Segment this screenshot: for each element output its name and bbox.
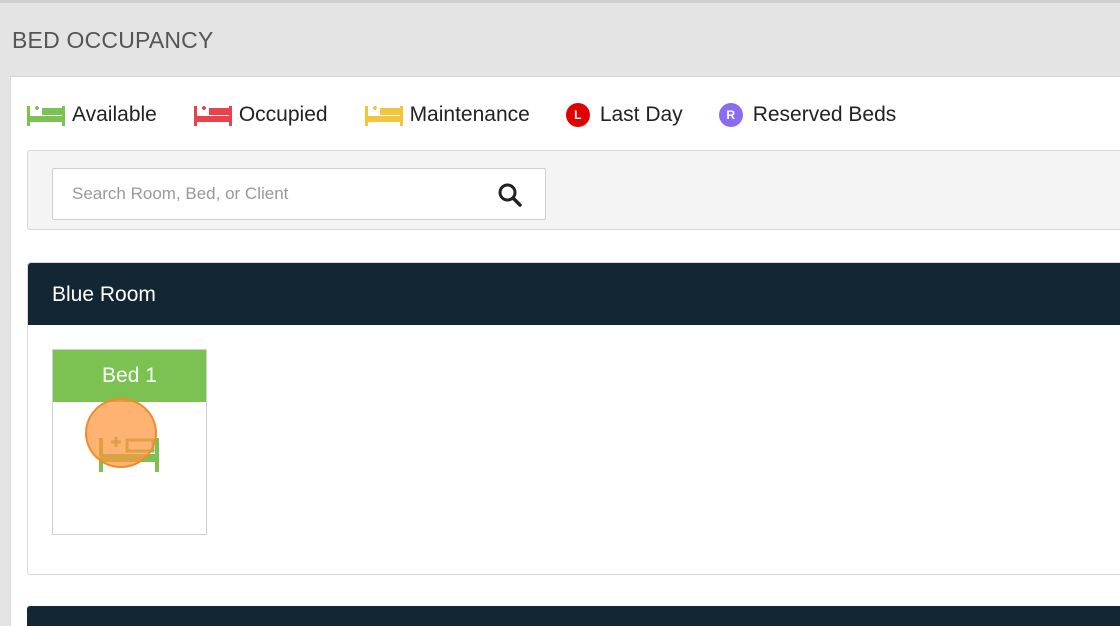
- room-title: Blue Room: [52, 283, 156, 306]
- bed-maintenance-icon: [364, 106, 403, 126]
- room-header: Blue Room: [28, 263, 1120, 325]
- search-box: [52, 168, 546, 220]
- room-card: Blue Room Bed 1: [27, 262, 1120, 575]
- legend-label-last-day: Last Day: [599, 103, 683, 126]
- search-icon[interactable]: [497, 182, 523, 208]
- legend-label-occupied: Occupied: [238, 103, 328, 126]
- legend-item-reserved: R Reserved Beds: [718, 103, 897, 127]
- page-header: BED OCCUPANCY: [0, 0, 1120, 77]
- legend-item-available: Available: [26, 102, 157, 128]
- search-bar: [27, 150, 1120, 230]
- bed-occupied-icon: [193, 106, 232, 126]
- legend-label-maintenance: Maintenance: [409, 103, 530, 126]
- legend-item-occupied: Occupied: [193, 102, 328, 128]
- legend-item-last-day: L Last Day: [565, 103, 683, 127]
- reserved-icon: R: [718, 103, 743, 127]
- bed-label: Bed 1: [53, 350, 206, 402]
- add-bed-icon[interactable]: [97, 430, 161, 474]
- legend-label-reserved: Reserved Beds: [752, 103, 897, 126]
- page-title: BED OCCUPANCY: [12, 27, 214, 53]
- legend-label-available: Available: [72, 103, 157, 126]
- last-day-icon: L: [565, 103, 590, 127]
- bed-tile[interactable]: Bed 1: [52, 349, 207, 535]
- legend-item-maintenance: Maintenance: [364, 102, 530, 128]
- bed-available-icon: [27, 106, 65, 126]
- next-room-header: [27, 606, 1120, 626]
- legend: Available Occupied Maintenance L Last Da…: [26, 100, 932, 130]
- search-input[interactable]: [53, 169, 473, 219]
